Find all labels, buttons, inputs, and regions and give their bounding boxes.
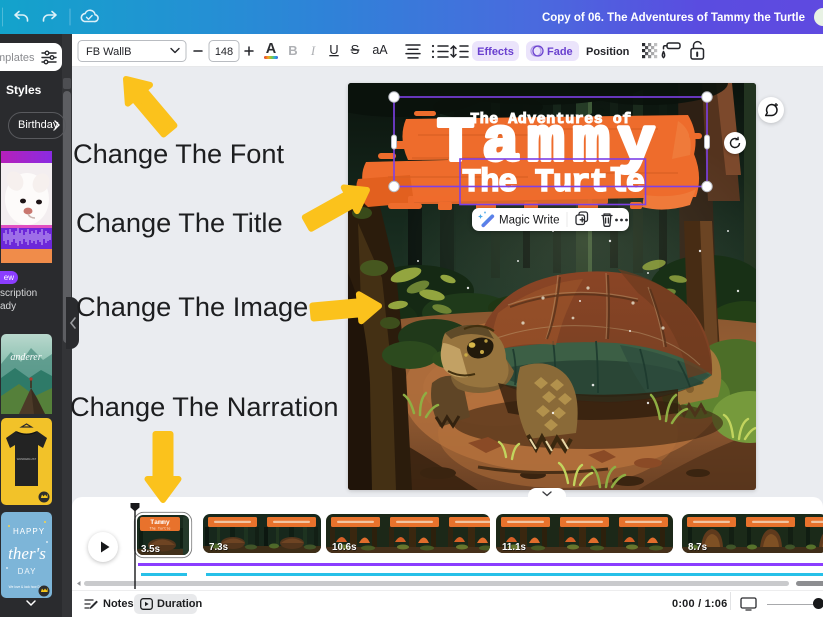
svg-text:We love & look how Dad: We love & look how Dad xyxy=(9,585,44,589)
svg-text:The Turtle: The Turtle xyxy=(462,164,644,201)
svg-text:FB WallB: FB WallB xyxy=(86,46,131,58)
svg-text:DAY: DAY xyxy=(18,567,37,576)
svg-text:B: B xyxy=(288,43,297,58)
svg-text:11.1s: 11.1s xyxy=(502,542,527,553)
svg-text:I: I xyxy=(310,43,316,58)
svg-text:mplates: mplates xyxy=(0,52,35,64)
svg-text:The Turtle: The Turtle xyxy=(149,527,170,532)
svg-text:10.6s: 10.6s xyxy=(332,542,357,553)
svg-text:3.5s: 3.5s xyxy=(141,544,161,555)
svg-text:ther's: ther's xyxy=(8,544,46,563)
svg-text:Effects: Effects xyxy=(477,46,514,58)
svg-text:Copy of 06. The Adventures of: Copy of 06. The Adventures of Tammy the … xyxy=(542,12,805,24)
svg-text:7.3s: 7.3s xyxy=(209,542,229,553)
svg-text:148: 148 xyxy=(215,46,233,58)
svg-text:Fade: Fade xyxy=(547,46,573,58)
svg-text:WANDERLUST: WANDERLUST xyxy=(17,457,37,461)
svg-text:U: U xyxy=(329,42,338,57)
svg-text:Tammy: Tammy xyxy=(150,519,170,526)
svg-text:Position: Position xyxy=(586,46,630,58)
svg-text:aA: aA xyxy=(372,43,388,57)
svg-text:HAPPY: HAPPY xyxy=(13,527,45,536)
svg-text:A: A xyxy=(266,41,277,57)
svg-text:8.7s: 8.7s xyxy=(688,542,708,553)
svg-text:Magic Write: Magic Write xyxy=(499,215,560,227)
svg-text:S: S xyxy=(351,42,360,57)
svg-text:anderer: anderer xyxy=(10,352,41,363)
